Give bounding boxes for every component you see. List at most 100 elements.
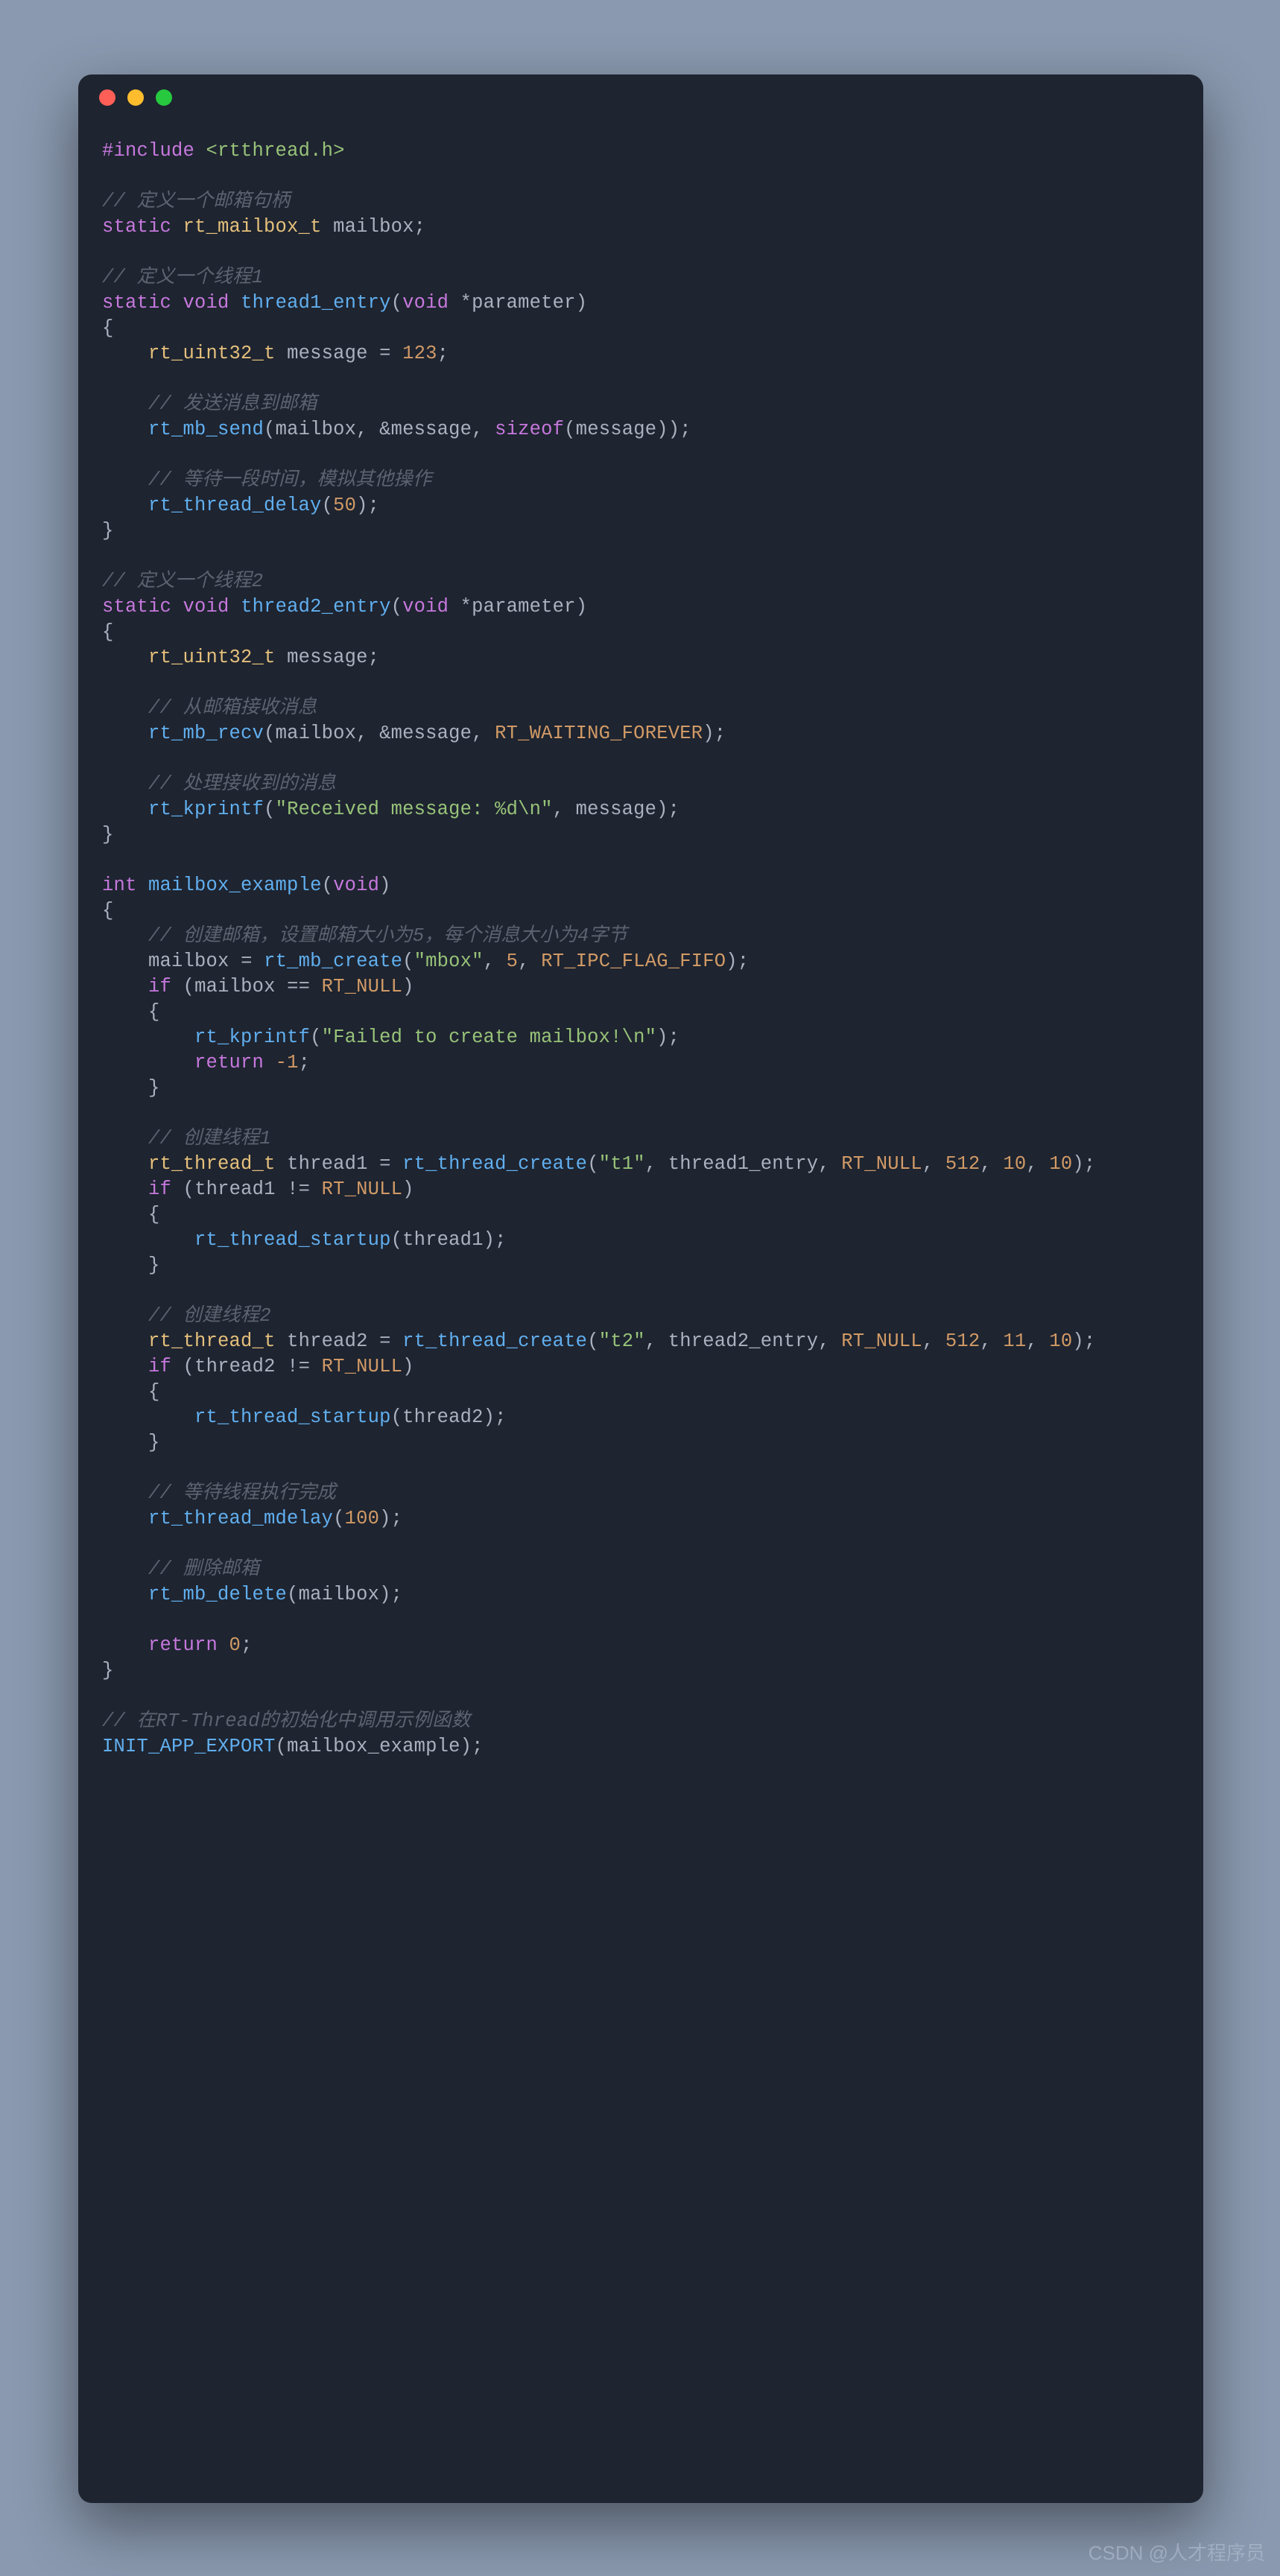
param: *parameter (460, 596, 576, 618)
comment: // 等待一段时间，模拟其他操作 (148, 469, 432, 491)
kw-void: void (183, 292, 229, 314)
fn-thread-create: rt_thread_create (402, 1153, 587, 1175)
type-thread: rt_thread_t (148, 1330, 276, 1352)
fn-thread-mdelay: rt_thread_mdelay (148, 1508, 333, 1529)
id-mailbox: mailbox (276, 419, 357, 440)
num-11: 11 (1003, 1330, 1026, 1352)
id-mailbox: mailbox (333, 216, 414, 238)
comment: // 创建线程1 (148, 1128, 271, 1149)
close-icon[interactable] (99, 89, 115, 106)
kw-int: int (102, 875, 137, 896)
num-10: 10 (1003, 1153, 1026, 1175)
str-received: "Received message: %d\n" (276, 799, 553, 820)
maximize-icon[interactable] (156, 89, 172, 106)
id-mailbox: mailbox (148, 951, 229, 972)
comment: // 在RT-Thread的初始化中调用示例函数 (102, 1710, 470, 1732)
preproc-include: #include (102, 140, 194, 162)
id-thread2: thread2 (194, 1356, 276, 1377)
num-10: 10 (1049, 1330, 1072, 1352)
num-123: 123 (402, 343, 437, 364)
num-50: 50 (333, 495, 356, 516)
comment: // 创建邮箱，设置邮箱大小为5，每个消息大小为4字节 (148, 925, 627, 947)
str-mbox: "mbox" (414, 951, 484, 972)
num-neg1: -1 (276, 1052, 299, 1073)
fn-mb-delete: rt_mb_delete (148, 1584, 287, 1605)
minimize-icon[interactable] (127, 89, 144, 106)
comment: // 处理接收到的消息 (148, 773, 336, 795)
fn-thread-create: rt_thread_create (402, 1330, 587, 1352)
fn-thread-startup: rt_thread_startup (194, 1229, 391, 1251)
const-null: RT_NULL (322, 1178, 403, 1200)
str-t1: "t1" (599, 1153, 645, 1175)
type-uint32: rt_uint32_t (148, 647, 276, 668)
num-512: 512 (945, 1330, 980, 1352)
kw-static: static (102, 216, 171, 238)
id-mailbox: mailbox (194, 976, 276, 997)
comment: // 定义一个线程2 (102, 571, 263, 592)
id-thread1: thread1 (287, 1153, 368, 1175)
str-fail: "Failed to create mailbox!\n" (322, 1027, 657, 1048)
kw-if: if (148, 1356, 171, 1377)
id-thread2: thread2 (402, 1406, 484, 1428)
id-thread2-entry: thread2_entry (668, 1330, 819, 1352)
id-message: message (287, 343, 368, 364)
kw-if: if (148, 976, 171, 997)
fn-kprintf: rt_kprintf (194, 1027, 310, 1048)
comment: // 等待线程执行完成 (148, 1482, 336, 1504)
num-5: 5 (507, 951, 519, 972)
num-10: 10 (1049, 1153, 1072, 1175)
code-area: #include <rtthread.h> // 定义一个邮箱句柄 static… (78, 121, 1203, 1760)
id-mailbox: mailbox (299, 1584, 380, 1605)
kw-void: void (402, 596, 449, 618)
const-fifo: RT_IPC_FLAG_FIFO (541, 951, 726, 972)
kw-void: void (183, 596, 229, 618)
fn-mailbox-example: mailbox_example (148, 875, 322, 896)
const-null: RT_NULL (841, 1330, 922, 1352)
param: *parameter (460, 292, 576, 314)
watermark: CSDN @人才程序员 (1089, 2538, 1265, 2566)
kw-if: if (148, 1178, 171, 1200)
const-null: RT_NULL (322, 1356, 403, 1377)
kw-return: return (194, 1052, 264, 1073)
kw-void: void (402, 292, 449, 314)
num-100: 100 (345, 1508, 380, 1529)
include-file: <rtthread.h> (206, 140, 345, 162)
const-null: RT_NULL (841, 1153, 922, 1175)
fn-thread-startup: rt_thread_startup (194, 1406, 391, 1428)
kw-static: static (102, 292, 171, 314)
id-thread2: thread2 (287, 1330, 368, 1352)
const-null: RT_NULL (322, 976, 403, 997)
id-thread1: thread1 (194, 1178, 276, 1200)
comment: // 定义一个线程1 (102, 267, 263, 288)
fn-mb-recv: rt_mb_recv (148, 723, 264, 744)
const-waiting-forever: RT_WAITING_FOREVER (495, 723, 703, 744)
fn-thread1: thread1_entry (241, 292, 391, 314)
fn-kprintf: rt_kprintf (148, 799, 264, 820)
id-message: message (391, 723, 472, 744)
id-message: message (391, 419, 472, 440)
num-512: 512 (945, 1153, 980, 1175)
id-message: message (576, 799, 657, 820)
num-0: 0 (229, 1634, 241, 1656)
fn-mb-send: rt_mb_send (148, 419, 264, 440)
comment: // 删除邮箱 (148, 1558, 259, 1580)
id-thread1-entry: thread1_entry (668, 1153, 819, 1175)
id-mailbox-example: mailbox_example (287, 1736, 460, 1757)
type-thread: rt_thread_t (148, 1153, 276, 1175)
id-message: message (287, 647, 368, 668)
id-message: message (576, 419, 657, 440)
fn-thread-delay: rt_thread_delay (148, 495, 322, 516)
comment: // 发送消息到邮箱 (148, 393, 317, 415)
titlebar (78, 74, 1203, 121)
kw-static: static (102, 596, 171, 618)
comment: // 定义一个邮箱句柄 (102, 191, 290, 212)
code-window: #include <rtthread.h> // 定义一个邮箱句柄 static… (78, 74, 1203, 2503)
kw-void: void (333, 875, 379, 896)
type-mailbox: rt_mailbox_t (183, 216, 322, 238)
str-t2: "t2" (599, 1330, 645, 1352)
fn-init-app-export: INIT_APP_EXPORT (102, 1736, 276, 1757)
id-mailbox: mailbox (276, 723, 357, 744)
kw-return: return (148, 1634, 218, 1656)
kw-sizeof: sizeof (495, 419, 564, 440)
type-uint32: rt_uint32_t (148, 343, 276, 364)
